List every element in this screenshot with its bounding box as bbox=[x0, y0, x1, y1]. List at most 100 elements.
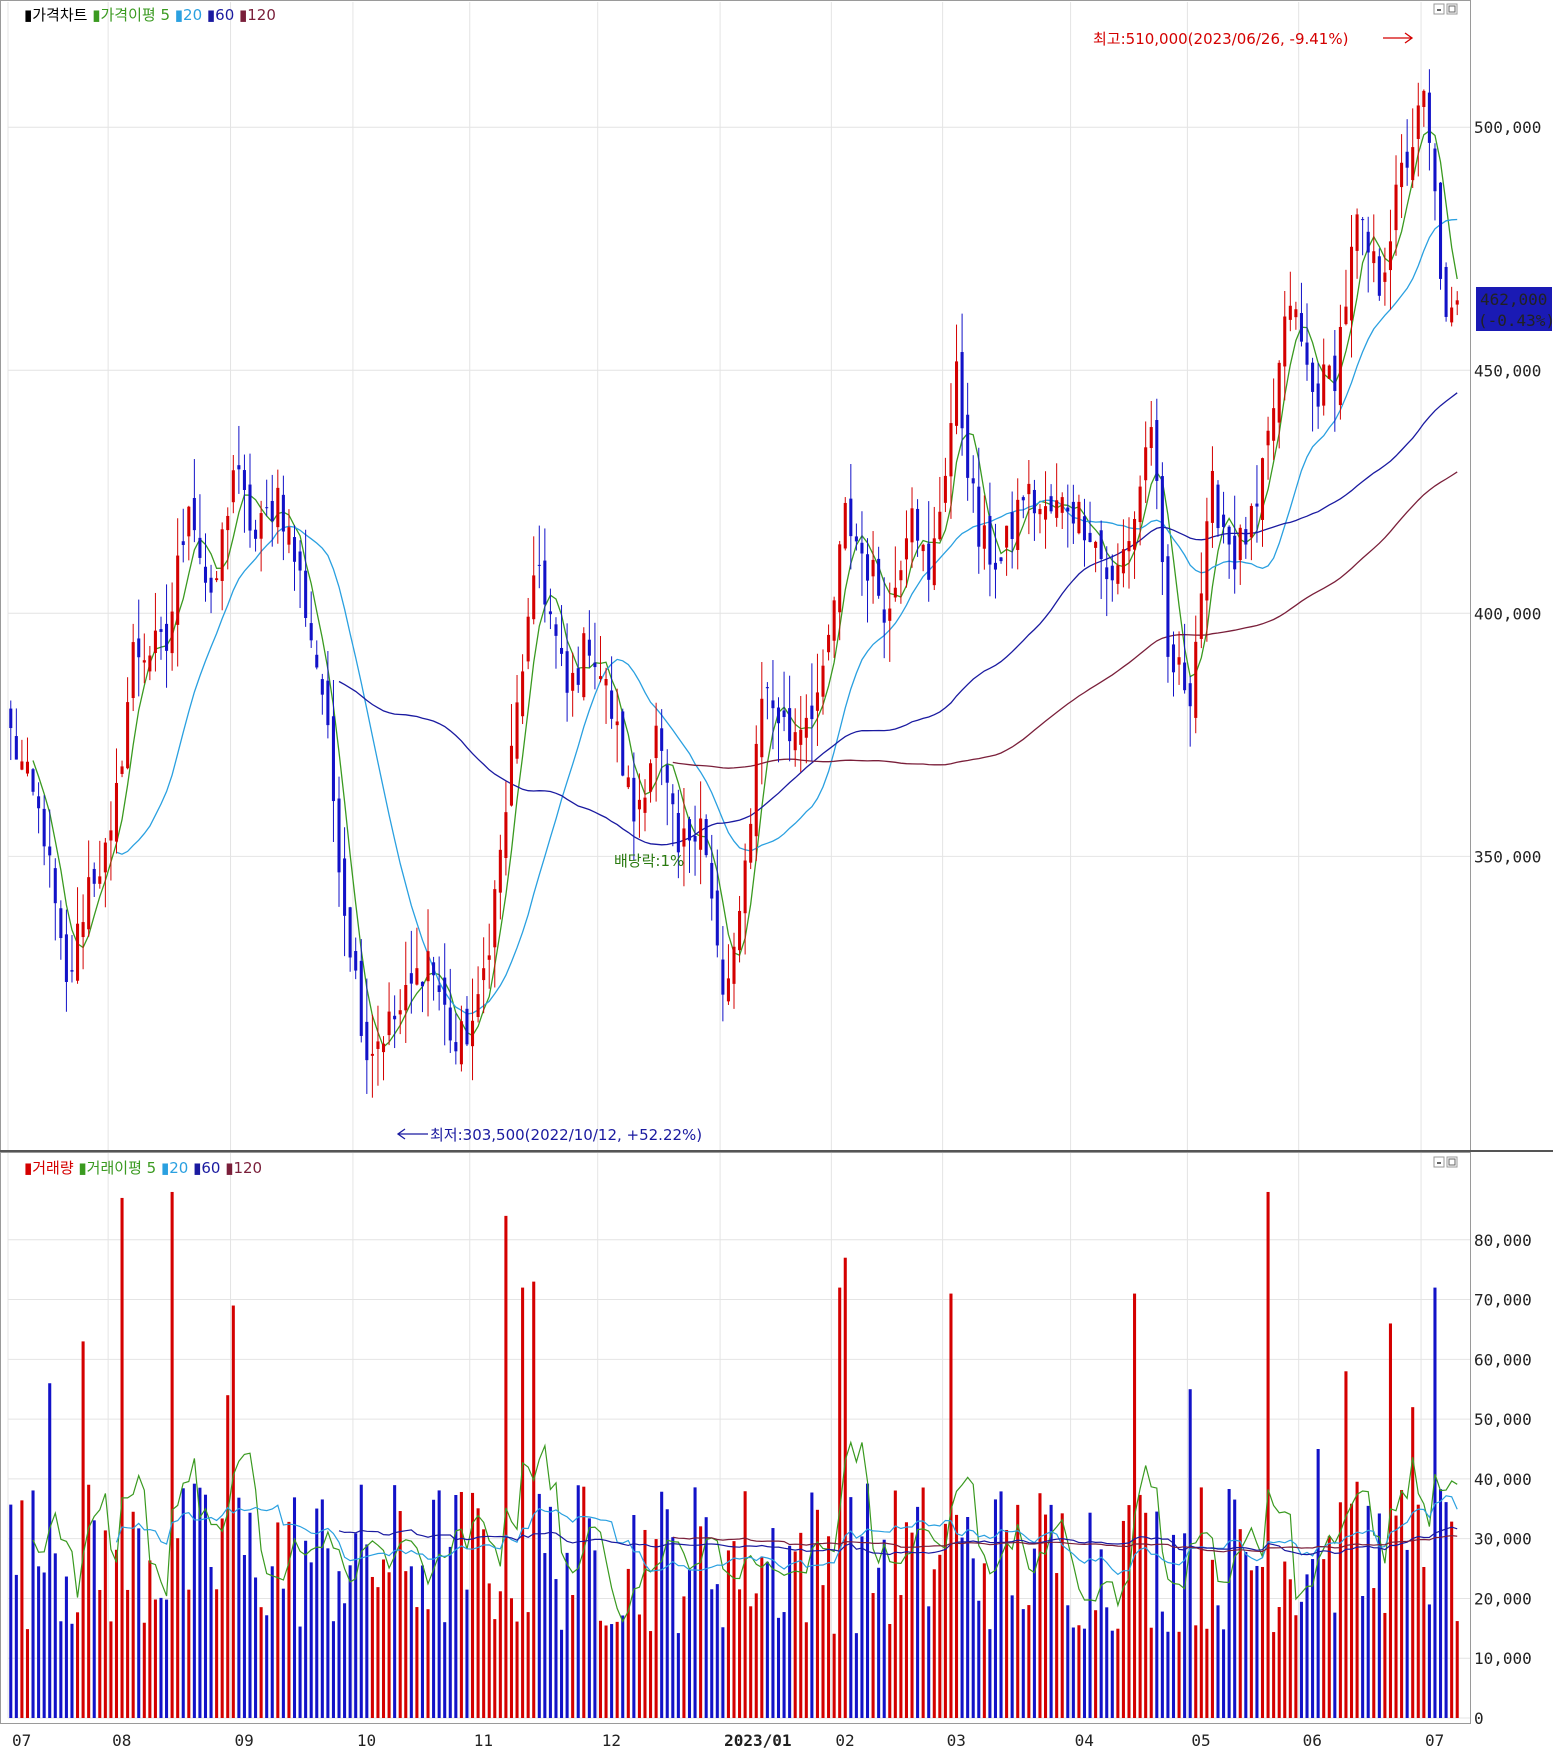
volume-bar bbox=[153, 1599, 157, 1718]
volume-bar bbox=[771, 1528, 775, 1718]
volume-bar bbox=[1166, 1631, 1170, 1718]
volume-bar bbox=[865, 1483, 870, 1718]
volume-bar bbox=[893, 1490, 897, 1718]
volume-bar bbox=[404, 1571, 408, 1718]
volume-bar bbox=[270, 1566, 274, 1718]
volume-bar bbox=[1077, 1625, 1081, 1718]
volume-bar bbox=[699, 1526, 703, 1718]
volume-bar bbox=[1016, 1504, 1020, 1718]
volume-bar bbox=[1283, 1561, 1287, 1718]
volume-bar bbox=[1322, 1559, 1326, 1718]
volume-bar bbox=[1222, 1629, 1226, 1718]
volume-bar bbox=[871, 1593, 875, 1718]
volume-bar bbox=[660, 1491, 664, 1718]
volume-bar bbox=[1294, 1615, 1298, 1718]
x-tick-label: 09 bbox=[235, 1731, 254, 1750]
volume-bar bbox=[1032, 1548, 1036, 1718]
volume-bar bbox=[1099, 1549, 1103, 1718]
volume-bar bbox=[888, 1623, 892, 1718]
volume-bar bbox=[1244, 1551, 1248, 1718]
volume-bar bbox=[220, 1518, 224, 1718]
volume-bar bbox=[1149, 1627, 1153, 1718]
volume-bar bbox=[376, 1587, 380, 1718]
candle bbox=[621, 708, 625, 777]
volume-bar bbox=[482, 1529, 486, 1718]
volume-bar bbox=[103, 1530, 107, 1718]
volume-bar bbox=[287, 1521, 291, 1718]
x-tick-label: 08 bbox=[112, 1731, 131, 1750]
volume-bar bbox=[1277, 1607, 1281, 1718]
volume-bar bbox=[726, 1550, 730, 1718]
volume-bar bbox=[788, 1545, 792, 1718]
volume-bar bbox=[420, 1565, 424, 1718]
dividend-annotation: 배당락:1% bbox=[614, 852, 684, 870]
volume-bar bbox=[1444, 1502, 1448, 1718]
volume-bar bbox=[70, 1623, 74, 1718]
price-tick-label: 350,000 bbox=[1474, 847, 1541, 866]
volume-bar bbox=[1055, 1573, 1059, 1718]
volume-bar bbox=[254, 1577, 258, 1718]
volume-bar bbox=[804, 1622, 808, 1718]
current-price-value: 462,000 bbox=[1480, 290, 1547, 309]
candle bbox=[1377, 248, 1381, 301]
volume-bar bbox=[610, 1624, 614, 1718]
candle bbox=[31, 768, 35, 796]
volume-tick-label: 30,000 bbox=[1474, 1530, 1532, 1549]
volume-bar bbox=[343, 1603, 347, 1718]
volume-bar bbox=[53, 1553, 57, 1718]
x-tick-label: 02 bbox=[835, 1731, 854, 1750]
candle bbox=[843, 497, 847, 551]
volume-bar bbox=[1427, 1604, 1431, 1718]
volume-panel-maximize-icon[interactable] bbox=[1446, 1156, 1458, 1168]
volume-bar bbox=[1272, 1632, 1276, 1718]
volume-bar bbox=[932, 1569, 936, 1718]
volume-bar bbox=[1216, 1605, 1220, 1718]
x-tick-label: 11 bbox=[474, 1731, 493, 1750]
volume-bar bbox=[14, 1574, 18, 1718]
volume-bar bbox=[1177, 1631, 1181, 1718]
price-panel-maximize-icon[interactable] bbox=[1446, 3, 1458, 15]
volume-bar bbox=[1405, 1549, 1409, 1718]
volume-bar bbox=[215, 1589, 219, 1718]
volume-bar bbox=[954, 1514, 959, 1718]
volume-bar bbox=[1255, 1565, 1259, 1718]
volume-bar bbox=[426, 1609, 430, 1718]
volume-tick-label: 0 bbox=[1474, 1709, 1484, 1728]
volume-bar bbox=[1455, 1621, 1459, 1718]
volume-bar bbox=[370, 1576, 374, 1718]
volume-bar bbox=[999, 1491, 1003, 1718]
volume-bar bbox=[637, 1614, 641, 1718]
volume-bar bbox=[587, 1518, 591, 1718]
volume-bar bbox=[1127, 1505, 1131, 1718]
volume-bar bbox=[1205, 1628, 1209, 1718]
volume-bar bbox=[1094, 1610, 1098, 1718]
volume-bar bbox=[1438, 1489, 1443, 1718]
volume-bar bbox=[971, 1558, 975, 1718]
volume-bar bbox=[87, 1484, 91, 1718]
volume-bar bbox=[988, 1629, 992, 1718]
volume-bar bbox=[1288, 1579, 1292, 1718]
current-price-change: (-0.43%) bbox=[1478, 311, 1553, 330]
volume-bar bbox=[37, 1566, 41, 1718]
volume-bar bbox=[226, 1395, 230, 1718]
volume-bar bbox=[1010, 1595, 1014, 1718]
volume-bar bbox=[993, 1499, 998, 1718]
volume-bar bbox=[1260, 1566, 1265, 1718]
volume-tick-label: 60,000 bbox=[1474, 1350, 1532, 1369]
volume-bar bbox=[899, 1595, 903, 1718]
x-tick-label: 07 bbox=[1425, 1731, 1444, 1750]
volume-bar bbox=[704, 1517, 708, 1718]
volume-bar bbox=[765, 1561, 769, 1718]
volume-bar bbox=[721, 1627, 725, 1718]
volume-bar bbox=[676, 1633, 680, 1718]
volume-bar bbox=[1355, 1481, 1359, 1718]
volume-bar bbox=[159, 1597, 163, 1718]
price-tick-label: 450,000 bbox=[1474, 361, 1541, 380]
volume-panel-minimize-icon[interactable] bbox=[1433, 1156, 1445, 1168]
price-panel-minimize-icon[interactable] bbox=[1433, 3, 1445, 15]
volume-bar bbox=[1238, 1529, 1242, 1718]
volume-bar bbox=[743, 1491, 747, 1718]
volume-bar bbox=[487, 1583, 491, 1718]
volume-bar bbox=[776, 1617, 781, 1718]
volume-bar bbox=[237, 1497, 241, 1718]
